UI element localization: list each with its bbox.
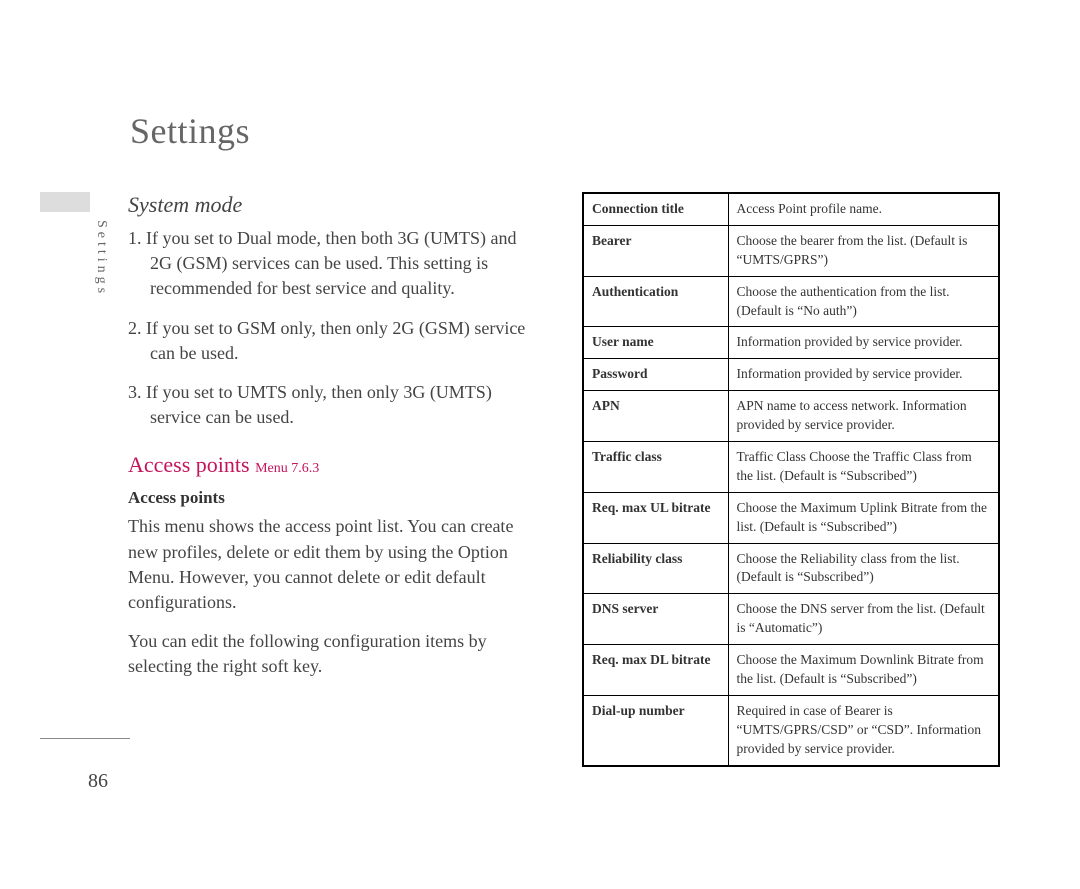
table-cell-value: Choose the bearer from the list. (Defaul… <box>728 225 999 276</box>
table-row: User nameInformation provided by service… <box>583 327 999 359</box>
table-cell-key: Traffic class <box>583 442 728 493</box>
right-column: Connection titleAccess Point profile nam… <box>582 192 1000 767</box>
access-points-paragraph-1: This menu shows the access point list. Y… <box>128 514 533 615</box>
table-cell-key: User name <box>583 327 728 359</box>
table-cell-key: Dial-up number <box>583 695 728 765</box>
table-cell-value: Information provided by service provider… <box>728 327 999 359</box>
table-cell-value: Choose the DNS server from the list. (De… <box>728 594 999 645</box>
table-cell-key: Connection title <box>583 193 728 225</box>
system-mode-item-1: 1. If you set to Dual mode, then both 3G… <box>128 226 533 302</box>
table-row: Connection titleAccess Point profile nam… <box>583 193 999 225</box>
system-mode-item-3: 3. If you set to UMTS only, then only 3G… <box>128 380 533 430</box>
access-points-heading-text: Access points <box>128 452 250 477</box>
table-cell-key: Password <box>583 359 728 391</box>
table-cell-value: Required in case of Bearer is “UMTS/GPRS… <box>728 695 999 765</box>
menu-reference: Menu 7.6.3 <box>255 461 319 476</box>
table-cell-value: APN name to access network. Information … <box>728 391 999 442</box>
page-title: Settings <box>130 110 250 152</box>
side-tab <box>40 192 90 212</box>
system-mode-heading: System mode <box>128 192 533 218</box>
table-cell-value: Choose the Reliability class from the li… <box>728 543 999 594</box>
table-cell-value: Traffic Class Choose the Traffic Class f… <box>728 442 999 493</box>
side-label: Settings <box>93 220 109 297</box>
settings-table: Connection titleAccess Point profile nam… <box>582 192 1000 767</box>
table-cell-value: Choose the authentication from the list.… <box>728 276 999 327</box>
table-row: APNAPN name to access network. Informati… <box>583 391 999 442</box>
table-cell-value: Access Point profile name. <box>728 193 999 225</box>
table-row: Reliability classChoose the Reliability … <box>583 543 999 594</box>
table-row: Req. max UL bitrateChoose the Maximum Up… <box>583 492 999 543</box>
table-cell-key: DNS server <box>583 594 728 645</box>
table-cell-key: Authentication <box>583 276 728 327</box>
page-number: 86 <box>88 770 108 793</box>
table-cell-value: Choose the Maximum Downlink Bitrate from… <box>728 645 999 696</box>
table-row: BearerChoose the bearer from the list. (… <box>583 225 999 276</box>
table-cell-key: Req. max UL bitrate <box>583 492 728 543</box>
table-row: DNS serverChoose the DNS server from the… <box>583 594 999 645</box>
table-cell-value: Choose the Maximum Uplink Bitrate from t… <box>728 492 999 543</box>
table-cell-value: Information provided by service provider… <box>728 359 999 391</box>
access-points-heading: Access points Menu 7.6.3 <box>128 452 533 478</box>
table-cell-key: Req. max DL bitrate <box>583 645 728 696</box>
table-cell-key: APN <box>583 391 728 442</box>
footer-rule <box>40 738 130 739</box>
table-cell-key: Bearer <box>583 225 728 276</box>
system-mode-item-2: 2. If you set to GSM only, then only 2G … <box>128 316 533 366</box>
table-row: AuthenticationChoose the authentication … <box>583 276 999 327</box>
access-points-paragraph-2: You can edit the following configuration… <box>128 629 533 679</box>
access-points-subheading: Access points <box>128 488 533 508</box>
table-row: Traffic classTraffic Class Choose the Tr… <box>583 442 999 493</box>
table-row: Req. max DL bitrateChoose the Maximum Do… <box>583 645 999 696</box>
table-row: PasswordInformation provided by service … <box>583 359 999 391</box>
table-row: Dial-up numberRequired in case of Bearer… <box>583 695 999 765</box>
left-column: System mode 1. If you set to Dual mode, … <box>128 192 533 693</box>
table-cell-key: Reliability class <box>583 543 728 594</box>
